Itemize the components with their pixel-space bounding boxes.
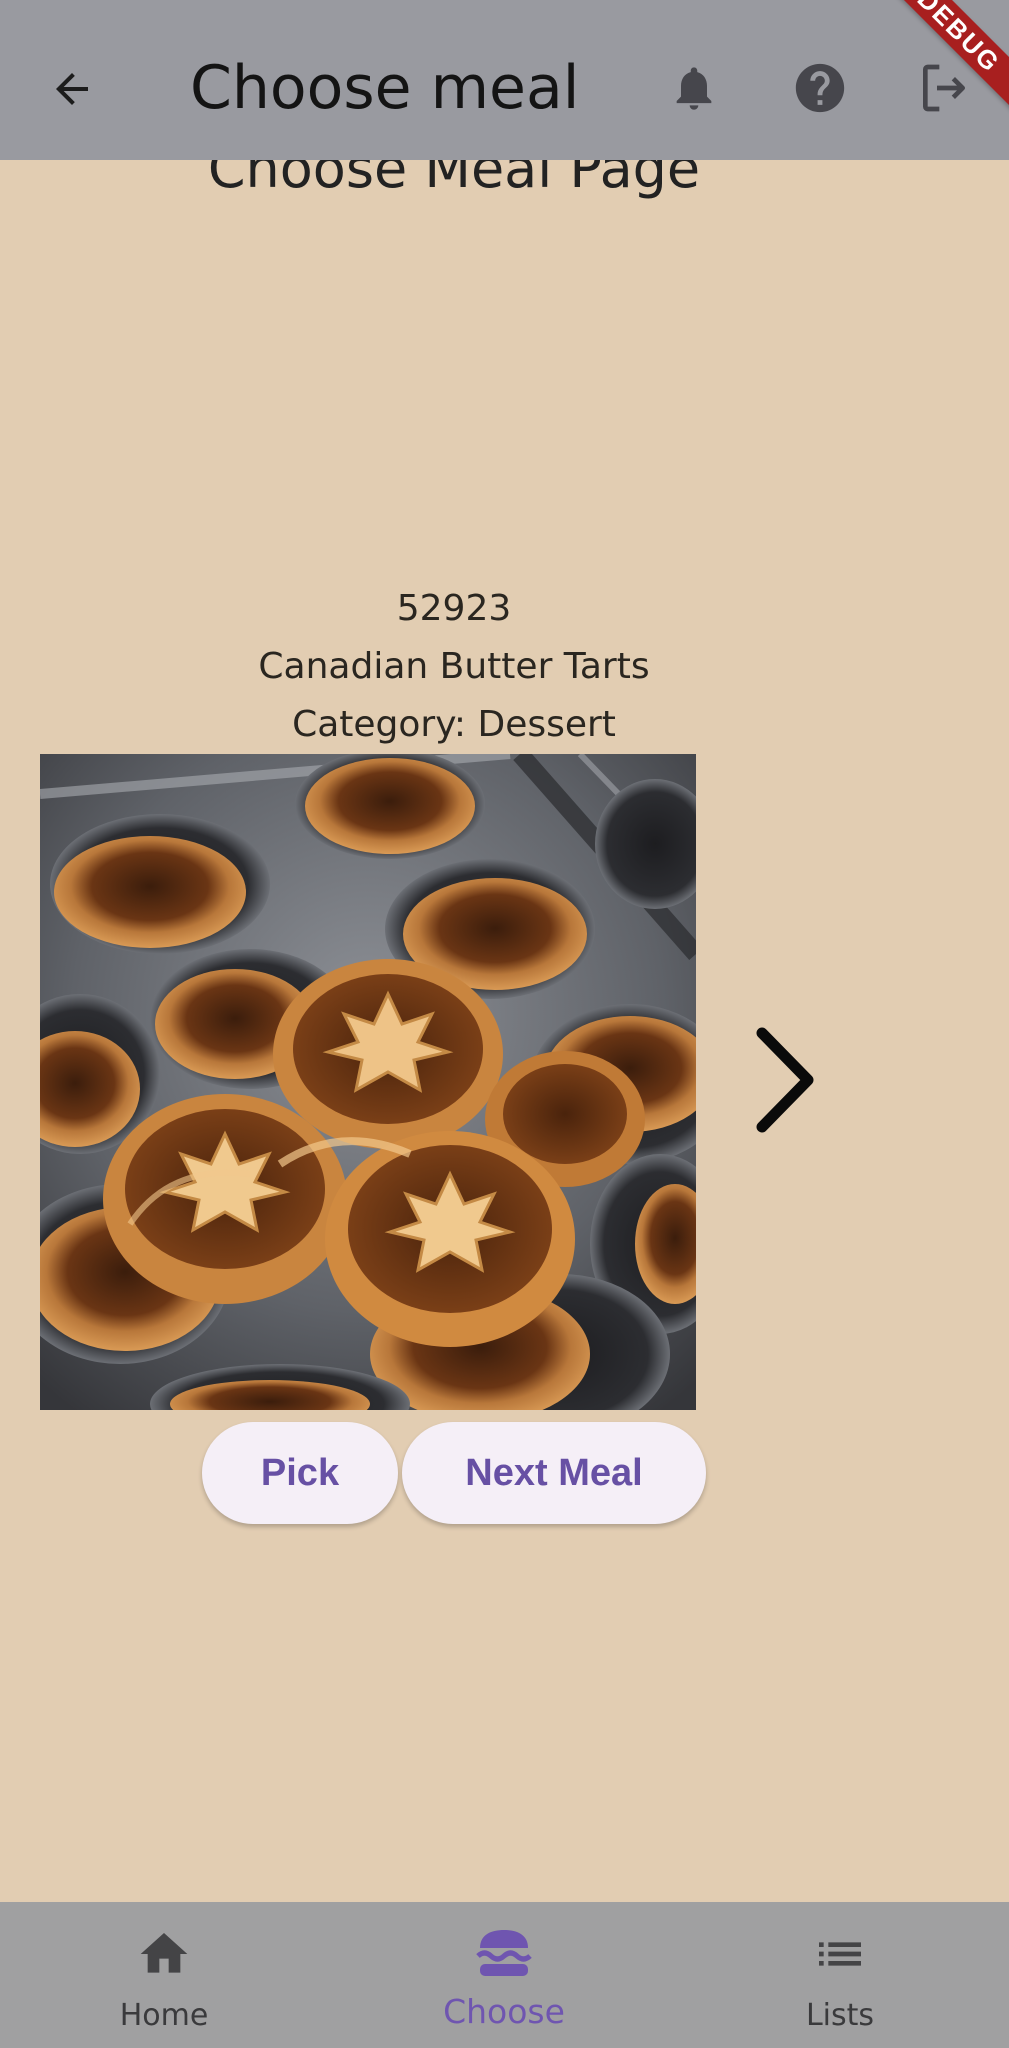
app-bar: Choose meal DEBUG (0, 0, 1009, 160)
logout-icon (923, 64, 965, 112)
meal-id: 52923 (396, 588, 512, 629)
meal-category: Category: Dessert (292, 704, 616, 745)
meal-name: Canadian Butter Tarts (258, 646, 650, 687)
nav-label-lists: Lists (805, 1998, 875, 2033)
page-heading: Choose Meal Page (207, 160, 701, 200)
help-button[interactable] (784, 52, 856, 124)
bottom-navigation: Home Choose Lists (0, 1902, 1009, 2048)
meal-image (40, 754, 696, 1410)
arrow-left-icon (56, 73, 88, 105)
butter-tarts-photo (40, 754, 696, 1410)
help-circle-icon (795, 63, 845, 113)
burger-icon (384, 1924, 624, 1984)
app-bar-title: Choose meal (190, 53, 580, 123)
nav-item-lists[interactable]: Lists (720, 1902, 960, 2048)
notifications-button[interactable] (658, 52, 730, 124)
chevron-right-icon (756, 1027, 814, 1133)
page-heading-container: Choose Meal Page (0, 160, 1009, 220)
home-icon (44, 1924, 284, 1984)
bell-icon (676, 67, 712, 110)
nav-label-choose: Choose (443, 1992, 565, 2031)
next-meal-button[interactable]: Next Meal (402, 1422, 706, 1524)
list-icon (720, 1924, 960, 1984)
nav-label-home: Home (119, 1998, 209, 2033)
back-button[interactable] (42, 54, 102, 124)
nav-item-home[interactable]: Home (44, 1902, 284, 2048)
nav-item-choose[interactable]: Choose (384, 1902, 624, 2048)
next-meal-arrow[interactable] (740, 1020, 830, 1140)
pick-button[interactable]: Pick (202, 1422, 398, 1524)
